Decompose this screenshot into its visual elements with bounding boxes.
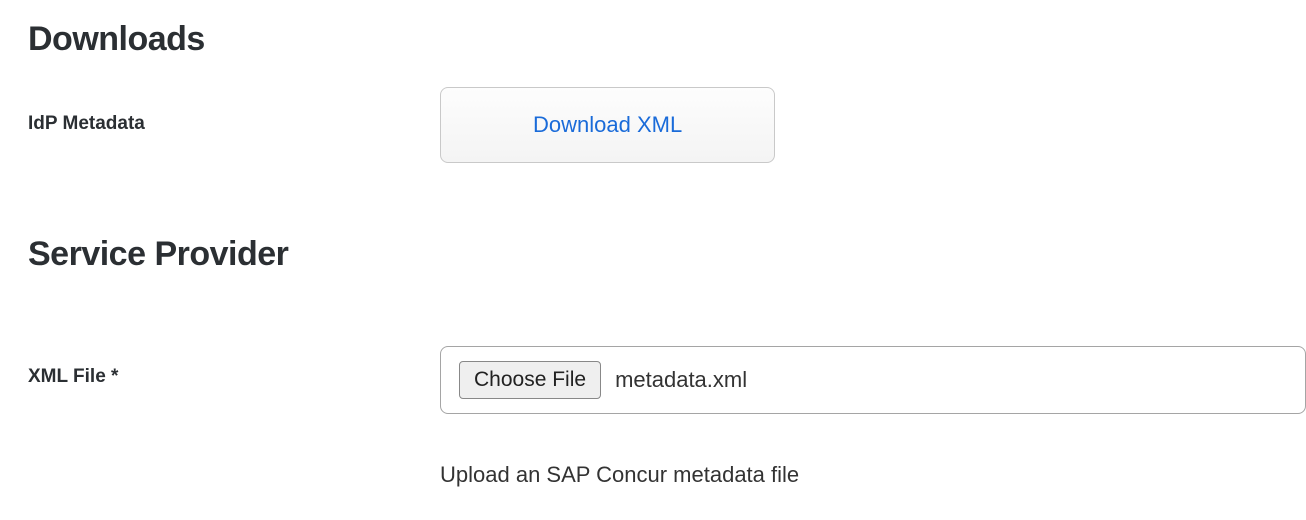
service-provider-heading: Service Provider bbox=[28, 235, 1278, 274]
xml-file-label: XML File * bbox=[28, 346, 440, 388]
selected-file-name: metadata.xml bbox=[615, 367, 747, 393]
xml-file-help-text: Upload an SAP Concur metadata file bbox=[440, 462, 1306, 488]
choose-file-button[interactable]: Choose File bbox=[459, 361, 601, 399]
file-input-wrapper[interactable]: Choose File metadata.xml bbox=[440, 346, 1306, 414]
idp-metadata-label: IdP Metadata bbox=[28, 87, 440, 135]
download-xml-button[interactable]: Download XML bbox=[440, 87, 775, 163]
xml-file-row: XML File * Choose File metadata.xml Uplo… bbox=[28, 346, 1278, 488]
xml-file-control: Choose File metadata.xml Upload an SAP C… bbox=[440, 346, 1306, 488]
downloads-heading: Downloads bbox=[28, 20, 1278, 59]
idp-metadata-row: IdP Metadata Download XML bbox=[28, 87, 1278, 163]
idp-metadata-control: Download XML bbox=[440, 87, 1278, 163]
